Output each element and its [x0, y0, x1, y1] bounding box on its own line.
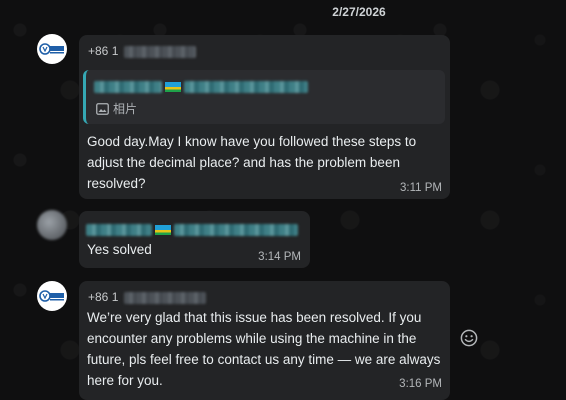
message-time: 3:11 PM: [400, 182, 442, 194]
date-divider: 2/27/2026: [332, 5, 386, 19]
sender-name[interactable]: +86 1: [88, 290, 206, 304]
flag-icon: [155, 224, 171, 235]
message-text: We’re very glad that this issue has been…: [87, 310, 441, 388]
quoted-message[interactable]: 相片: [83, 70, 445, 124]
message-time: 3:16 PM: [399, 378, 442, 390]
redacted-number: [123, 291, 206, 304]
message-bubble[interactable]: +86 1 相片 Good day.May I know have you fo…: [79, 35, 450, 199]
sender-avatar[interactable]: [37, 210, 67, 240]
sender-name[interactable]: +86 1: [88, 44, 196, 58]
sender-name[interactable]: [86, 221, 298, 239]
message-text: Good day.May I know have you followed th…: [87, 134, 417, 191]
message-text: Yes solved: [87, 242, 152, 257]
wecanmed-logo-icon: [39, 43, 64, 55]
quoted-sender: [94, 78, 308, 96]
quoted-media: 相片: [96, 100, 137, 117]
redacted-number: [123, 45, 196, 58]
sender-avatar[interactable]: [37, 34, 67, 64]
smiley-icon[interactable]: [460, 329, 478, 347]
message-bubble[interactable]: Yes solved 3:14 PM: [79, 211, 310, 268]
message-time: 3:14 PM: [258, 251, 301, 263]
image-icon: [96, 102, 109, 115]
message-bubble[interactable]: +86 1 We’re very glad that this issue ha…: [79, 281, 450, 400]
flag-icon: [165, 81, 181, 92]
wecanmed-logo-icon: [39, 290, 64, 302]
sender-avatar[interactable]: [37, 281, 67, 311]
